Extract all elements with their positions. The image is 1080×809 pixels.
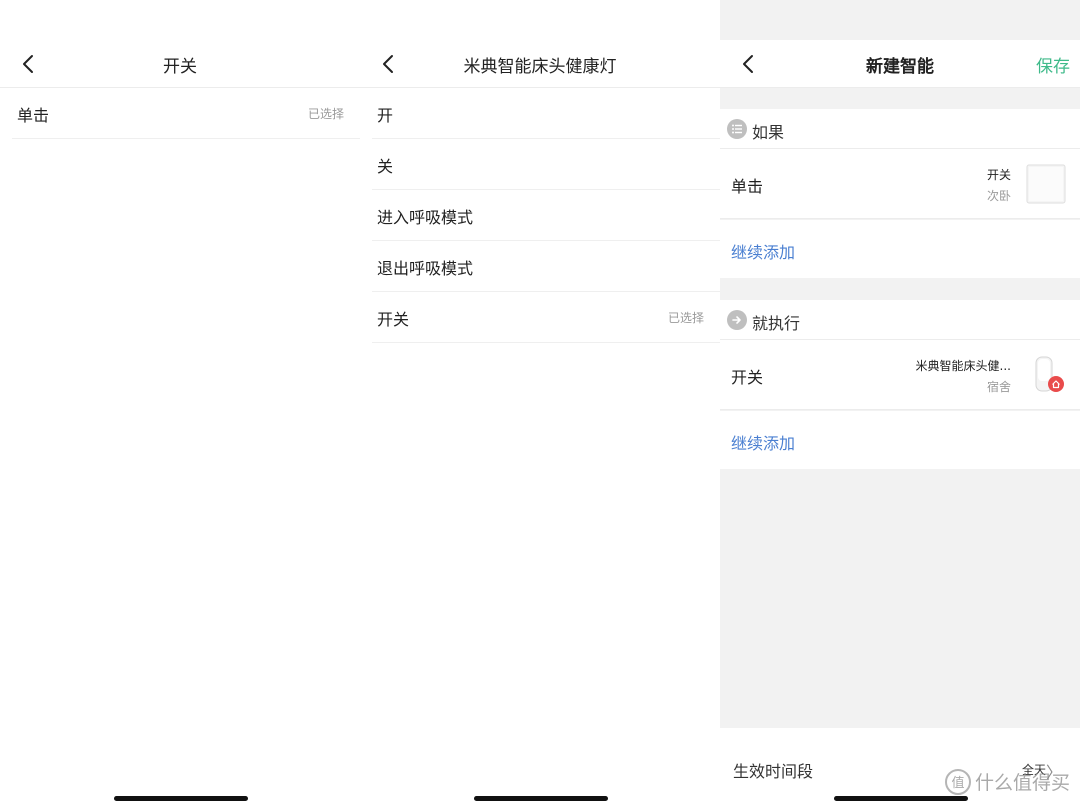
back-icon — [383, 55, 393, 73]
list-item[interactable]: 进入呼吸模式 — [372, 190, 720, 241]
page-title: 开关 — [163, 57, 197, 77]
condition-room: 次卧 — [986, 189, 1011, 203]
list-item[interactable]: 关 — [372, 139, 720, 190]
home-badge-icon — [1048, 376, 1064, 392]
home-indicator — [114, 796, 248, 801]
section-title: 如果 — [752, 123, 785, 142]
action-device: 米典智能床头健... — [915, 359, 1011, 373]
save-button[interactable]: 保存 — [1036, 52, 1070, 77]
item-label: 单击 — [17, 106, 50, 125]
action-label: 开关 — [731, 368, 764, 387]
list-item[interactable]: 开关 已选择 — [372, 292, 720, 343]
back-button[interactable] — [374, 50, 402, 78]
page-title: 新建智能 — [866, 57, 934, 77]
back-icon — [23, 55, 33, 73]
item-label: 关 — [377, 157, 394, 176]
list-item[interactable]: 单击 已选择 — [12, 88, 360, 139]
home-indicator — [834, 796, 968, 801]
watermark: 值 什么值得买 — [944, 768, 1070, 795]
selected-tag: 已选择 — [307, 107, 344, 121]
item-label: 开 — [377, 106, 394, 125]
add-label: 继续添加 — [731, 243, 796, 262]
back-button[interactable] — [14, 50, 42, 78]
watermark-badge: 值 — [944, 768, 971, 795]
list-item[interactable]: 退出呼吸模式 — [372, 241, 720, 292]
list-item[interactable]: 开 — [372, 88, 720, 139]
nav-bar: 开关 — [0, 40, 360, 88]
nav-bar: 米典智能床头健康灯 — [360, 40, 720, 88]
switch-device-icon — [1026, 164, 1066, 204]
action-list: 开 关 进入呼吸模式 退出呼吸模式 开关 已选择 — [360, 88, 720, 343]
trigger-list: 单击 已选择 — [0, 88, 360, 139]
switch-trigger-panel: 开关 单击 已选择 — [0, 0, 360, 809]
then-section-header: 就执行 — [720, 300, 1080, 340]
back-button[interactable] — [734, 50, 762, 78]
list-icon — [727, 119, 747, 139]
section-title: 就执行 — [752, 314, 801, 333]
nav-bar: 新建智能 保存 — [720, 40, 1080, 88]
item-label: 进入呼吸模式 — [377, 208, 474, 227]
arrow-right-icon — [727, 310, 747, 330]
item-label: 退出呼吸模式 — [377, 259, 474, 278]
if-section-header: 如果 — [720, 109, 1080, 149]
add-action-button[interactable]: 继续添加 — [720, 411, 1080, 469]
add-condition-button[interactable]: 继续添加 — [720, 220, 1080, 278]
action-row[interactable]: 开关 米典智能床头健... 宿舍 — [720, 340, 1080, 410]
period-label: 生效时间段 — [733, 762, 814, 781]
condition-row[interactable]: 单击 开关 次卧 — [720, 149, 1080, 219]
back-icon — [743, 55, 753, 73]
new-automation-panel: 新建智能 保存 如果 单击 开关 次卧 继续添加 就执行 开关 米典智能床头健.… — [720, 0, 1080, 809]
device-action-panel: 米典智能床头健康灯 开 关 进入呼吸模式 退出呼吸模式 开关 已选择 — [360, 0, 720, 809]
home-indicator — [474, 796, 608, 801]
lamp-device-icon — [1026, 355, 1066, 395]
condition-label: 单击 — [731, 177, 764, 196]
action-room: 宿舍 — [986, 380, 1011, 394]
condition-device: 开关 — [986, 168, 1011, 182]
selected-tag: 已选择 — [667, 311, 704, 325]
watermark-text: 什么值得买 — [974, 772, 1070, 794]
add-label: 继续添加 — [731, 434, 796, 453]
item-label: 开关 — [377, 310, 410, 329]
page-title: 米典智能床头健康灯 — [463, 57, 617, 77]
